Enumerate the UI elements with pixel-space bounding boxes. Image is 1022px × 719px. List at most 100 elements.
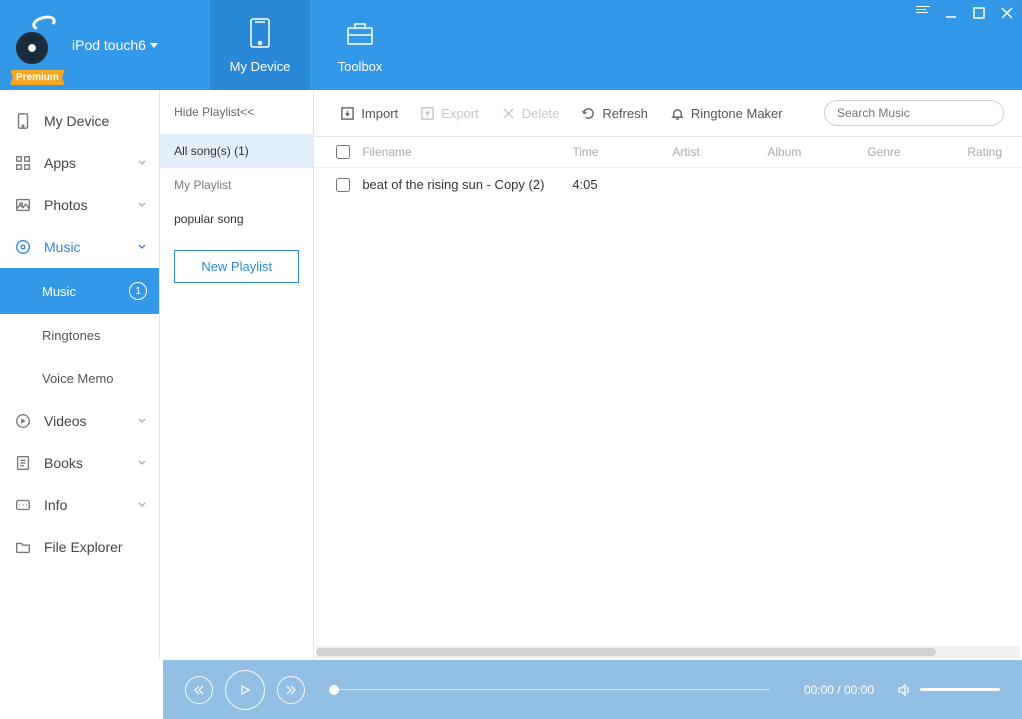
tab-toolbox-label: Toolbox [338,59,383,74]
tab-my-device-label: My Device [230,59,291,74]
sidebar-label: Photos [44,197,88,213]
apps-icon [14,154,32,172]
music-player: 00:00 / 00:00 [163,660,1022,719]
playlist-item-popular-song[interactable]: popular song [160,202,313,236]
sidebar-label: Books [44,455,83,471]
photos-icon [14,196,32,214]
sidebar-label: Apps [44,155,76,171]
export-button[interactable]: Export [412,102,487,125]
refresh-label: Refresh [602,106,648,121]
cell-filename: beat of the rising sun - Copy (2) [362,177,572,192]
progress-bar[interactable] [329,685,770,695]
chevron-down-icon [137,497,147,513]
chevron-down-icon [137,197,147,213]
volume-icon [896,682,912,698]
device-icon [14,112,32,130]
tab-my-device[interactable]: My Device [210,0,310,90]
main-panel: Import Export Delete Refresh Ringtone Ma… [314,90,1022,660]
delete-label: Delete [522,106,560,121]
tab-toolbox[interactable]: Toolbox [310,0,410,90]
sidebar-item-apps[interactable]: Apps [0,142,159,184]
sidebar-sub-ringtones[interactable]: Ringtones [0,314,159,357]
sidebar-sub-voice-memo[interactable]: Voice Memo [0,357,159,400]
videos-icon [14,412,32,430]
device-name-label: iPod touch6 [72,37,146,53]
close-button[interactable] [1000,6,1014,25]
delete-icon [501,106,516,121]
chevron-down-icon [137,155,147,171]
col-time[interactable]: Time [572,145,672,159]
sidebar-label: File Explorer [44,539,123,555]
refresh-button[interactable]: Refresh [573,102,656,125]
export-label: Export [441,106,479,121]
sidebar-label: Info [44,497,67,513]
sidebar-label: Videos [44,413,87,429]
playlist-item-all-songs[interactable]: All song(s) (1) [160,134,313,168]
premium-badge: Premium [10,70,65,85]
play-button[interactable] [225,670,265,710]
volume-control[interactable] [896,682,1000,698]
sidebar-item-photos[interactable]: Photos [0,184,159,226]
col-rating[interactable]: Rating [967,145,1012,159]
sidebar-item-my-device[interactable]: My Device [0,100,159,142]
sidebar-item-books[interactable]: Books [0,442,159,484]
sidebar-sub-music[interactable]: Music 1 [0,268,159,314]
refresh-icon [581,106,596,121]
next-button[interactable] [277,676,305,704]
volume-slider[interactable] [920,688,1000,691]
col-genre[interactable]: Genre [867,145,967,159]
playlist-item-my-playlist[interactable]: My Playlist [160,168,313,202]
sidebar-item-music[interactable]: Music [0,226,159,268]
sidebar-sub-label: Music [42,284,76,299]
ringtone-maker-button[interactable]: Ringtone Maker [662,102,791,125]
bell-icon [670,106,685,121]
app-header: Premium iPod touch6 My Device Toolbox [0,0,1022,90]
sidebar: My Device Apps Photos Music Music 1 Ring… [0,90,160,660]
folder-icon [14,538,32,556]
export-icon [420,106,435,121]
window-controls [916,6,1014,25]
col-artist[interactable]: Artist [672,145,767,159]
playback-time: 00:00 / 00:00 [804,683,874,697]
chevron-down-icon [150,43,158,48]
app-logo: Premium [10,18,64,72]
sidebar-item-file-explorer[interactable]: File Explorer [0,526,159,568]
hide-playlist-button[interactable]: Hide Playlist<< [160,90,313,134]
row-checkbox[interactable] [336,178,350,192]
ringtone-maker-label: Ringtone Maker [691,106,783,121]
cell-time: 4:05 [572,177,672,192]
import-button[interactable]: Import [332,102,406,125]
progress-handle[interactable] [329,685,339,695]
new-playlist-button[interactable]: New Playlist [174,250,299,283]
playlist-panel: Hide Playlist<< All song(s) (1) My Playl… [160,90,314,660]
chevron-down-icon [137,239,147,255]
select-all-checkbox[interactable] [336,145,350,159]
sidebar-item-videos[interactable]: Videos [0,400,159,442]
music-count-badge: 1 [129,282,147,300]
chevron-down-icon [137,455,147,471]
minimize-button[interactable] [944,6,958,25]
table-row[interactable]: beat of the rising sun - Copy (2) 4:05 [314,168,1022,201]
col-album[interactable]: Album [767,145,867,159]
brand-area: Premium iPod touch6 [0,0,210,90]
scrollbar-thumb[interactable] [316,648,935,656]
device-icon [244,17,276,49]
col-filename[interactable]: Filename [362,145,572,159]
import-label: Import [361,106,398,121]
progress-track [339,689,770,690]
sidebar-sub-label: Voice Memo [42,371,114,386]
previous-button[interactable] [185,676,213,704]
sidebar-label: Music [44,239,81,255]
sidebar-item-info[interactable]: Info [0,484,159,526]
books-icon [14,454,32,472]
music-icon [14,238,32,256]
import-icon [340,106,355,121]
search-box[interactable] [824,100,1004,126]
search-input[interactable] [837,106,992,120]
horizontal-scrollbar[interactable] [316,646,1020,658]
hamburger-menu-icon[interactable] [916,6,930,25]
device-selector[interactable]: iPod touch6 [72,37,158,53]
table-header: Filename Time Artist Album Genre Rating [314,137,1022,168]
maximize-button[interactable] [972,6,986,25]
delete-button[interactable]: Delete [493,102,568,125]
